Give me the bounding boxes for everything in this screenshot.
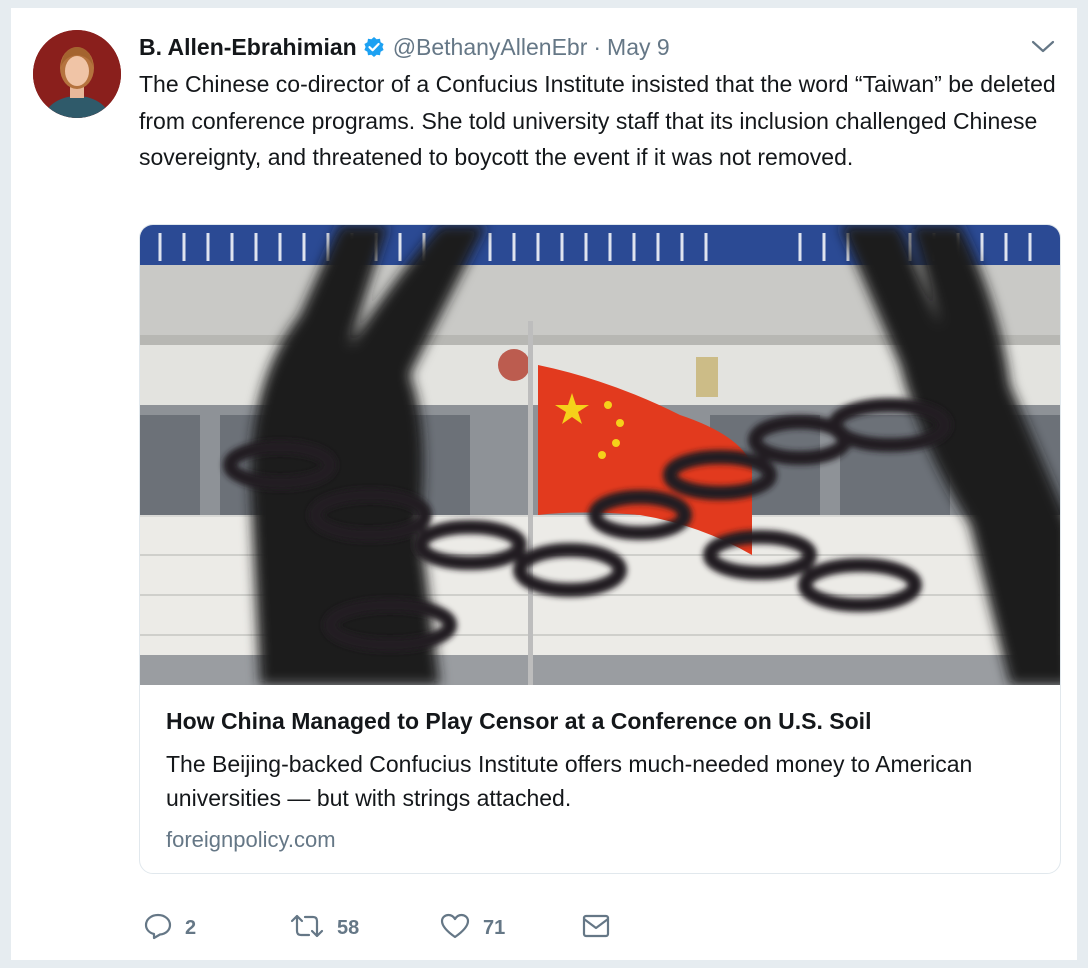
link-card[interactable]: How China Managed to Play Censor at a Co… <box>139 224 1061 874</box>
reply-button[interactable]: 2 <box>143 912 289 945</box>
tweet-text: The Chinese co-director of a Confucius I… <box>139 71 1056 170</box>
reply-count: 2 <box>185 916 197 939</box>
card-domain: foreignpolicy.com <box>166 827 336 852</box>
tweet-header: B. Allen-Ebrahimian @BethanyAllenEbr · M… <box>139 32 670 62</box>
chevron-down-icon[interactable] <box>1029 36 1057 56</box>
separator: · <box>593 33 602 60</box>
tweet-date[interactable]: May 9 <box>607 34 670 61</box>
like-button[interactable]: 71 <box>439 912 581 945</box>
tweet-actions: 2 58 71 <box>143 910 611 946</box>
like-count: 71 <box>483 916 506 939</box>
envelope-icon <box>581 913 611 944</box>
author-name[interactable]: B. Allen-Ebrahimian <box>139 34 357 61</box>
card-body: How China Managed to Play Censor at a Co… <box>166 705 1036 853</box>
retweet-button[interactable]: 58 <box>289 912 439 945</box>
dm-button[interactable] <box>581 913 611 944</box>
reply-icon <box>143 912 173 945</box>
verified-badge-icon <box>363 36 385 58</box>
tweet-card[interactable]: B. Allen-Ebrahimian @BethanyAllenEbr · M… <box>10 8 1078 960</box>
author-handle[interactable]: @BethanyAllenEbr <box>393 34 588 61</box>
heart-icon <box>439 912 471 945</box>
retweet-icon <box>289 912 325 945</box>
avatar[interactable] <box>33 30 121 118</box>
card-image[interactable] <box>140 225 1061 685</box>
card-description: The Beijing-backed Confucius Institute o… <box>166 751 973 811</box>
retweet-count: 58 <box>337 916 360 939</box>
card-title[interactable]: How China Managed to Play Censor at a Co… <box>166 705 1036 737</box>
